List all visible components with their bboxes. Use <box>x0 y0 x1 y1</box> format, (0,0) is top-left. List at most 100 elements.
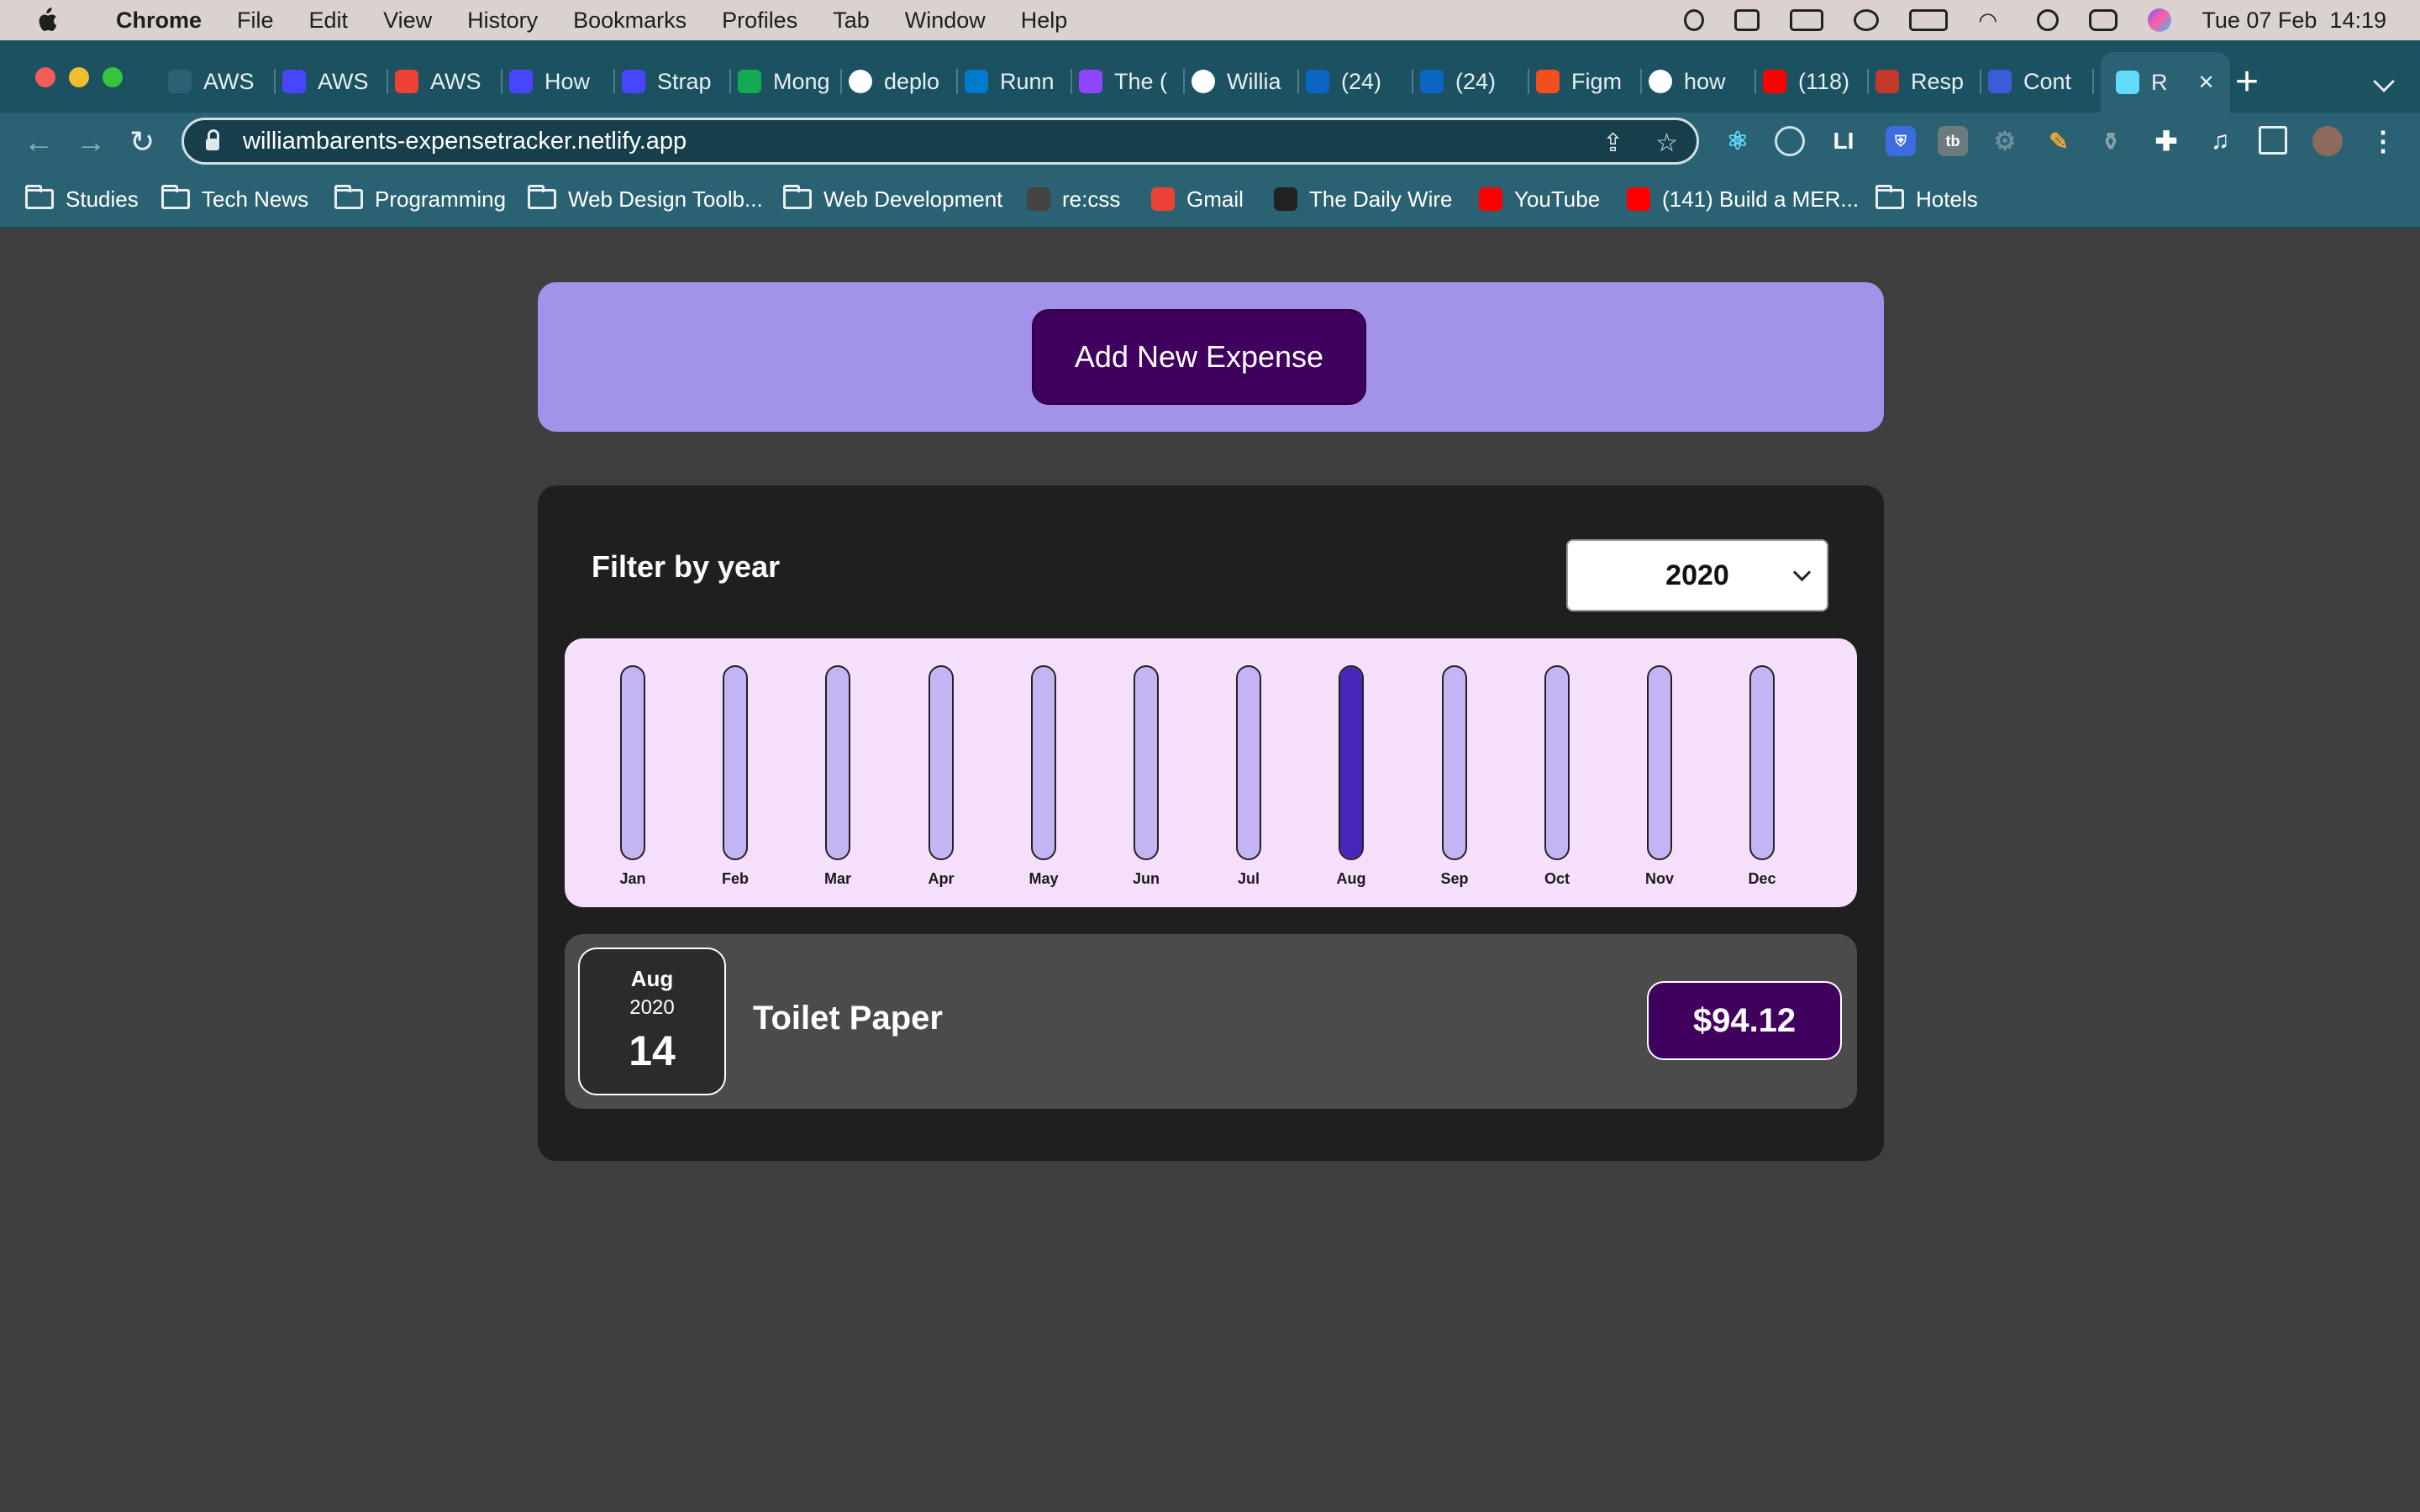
bookmark-item[interactable]: The Daily Wire <box>1274 180 1452 218</box>
chart-bar: Aug <box>1325 638 1376 907</box>
forward-button[interactable]: → <box>76 124 106 160</box>
extension-target-icon[interactable] <box>1775 126 1805 156</box>
bookmark-item[interactable]: Programming <box>334 180 506 218</box>
browser-tab[interactable]: AWS <box>282 55 388 108</box>
media-queue-icon[interactable]: ♫ <box>2205 126 2235 156</box>
bookmark-item[interactable]: Tech News <box>161 180 308 218</box>
chart-bar-track <box>1134 665 1159 860</box>
battery-icon[interactable] <box>1909 9 1949 31</box>
figma-status-icon[interactable] <box>1684 9 1705 31</box>
back-button[interactable]: ← <box>24 124 54 160</box>
bookmark-item[interactable]: Web Development <box>783 180 1002 218</box>
tab-separator <box>840 69 842 94</box>
browser-tab[interactable]: AWS <box>395 55 502 108</box>
bookmark-item[interactable]: Studies <box>25 180 139 218</box>
profile-avatar[interactable] <box>2312 126 2343 156</box>
browser-tab[interactable]: Willia <box>1192 55 1299 108</box>
extension-bottle-icon[interactable]: ⚱ <box>2096 126 2126 156</box>
browser-tab[interactable]: AWS <box>168 55 276 108</box>
browser-tab[interactable]: Runn <box>965 55 1072 108</box>
folder-icon <box>528 185 556 209</box>
share-icon[interactable]: ⇪ <box>1602 129 1623 158</box>
m-icon <box>1988 70 2012 93</box>
bookmark-item[interactable]: Hotels <box>1876 180 1978 218</box>
menu-window[interactable]: Window <box>905 8 986 34</box>
menu-edit[interactable]: Edit <box>309 8 349 34</box>
year-select-value[interactable]: 2020 <box>1665 559 1729 592</box>
menu-help[interactable]: Help <box>1021 8 1068 34</box>
chart-bar-label: Oct <box>1544 870 1570 887</box>
minimize-window-button[interactable] <box>69 67 89 87</box>
address-bar[interactable]: williambarents-expensetracker.netlify.ap… <box>182 118 1699 165</box>
browser-tab[interactable]: how <box>1649 55 1756 108</box>
bookmark-item[interactable]: re:css <box>1027 180 1120 218</box>
lock-icon[interactable] <box>206 129 219 150</box>
wifi-icon[interactable]: ◠ <box>1978 9 2007 31</box>
menu-file[interactable]: File <box>237 8 274 34</box>
github-icon <box>1192 70 1215 93</box>
chart-bar-label: Jun <box>1132 870 1160 887</box>
close-tab-icon[interactable]: ✕ <box>2198 71 2215 95</box>
browser-tab[interactable]: Resp <box>1876 55 1981 108</box>
new-expense-panel: Add New Expense <box>538 282 1884 432</box>
extension-li-icon[interactable]: LI <box>1828 126 1859 156</box>
google-icon <box>849 70 872 93</box>
bookmark-label: Web Design Toolb... <box>568 186 763 212</box>
spotlight-search-icon[interactable] <box>2037 9 2060 31</box>
extensions-puzzle-icon[interactable]: ✚ <box>2151 126 2181 156</box>
zoom-window-button[interactable] <box>103 67 123 87</box>
bookmark-item[interactable]: Gmail <box>1151 180 1244 218</box>
tab-search-chevron-icon[interactable] <box>2373 71 2395 92</box>
menu-view[interactable]: View <box>383 8 432 34</box>
browser-tab[interactable]: R ✕ <box>2101 52 2230 113</box>
play-icon[interactable] <box>1854 9 1880 31</box>
bookmark-item[interactable]: (141) Build a MER... <box>1627 180 1859 218</box>
control-center-icon[interactable] <box>2089 9 2118 31</box>
site-favicon-icon <box>1627 187 1650 211</box>
browser-tab[interactable]: How <box>509 55 615 108</box>
add-new-expense-button[interactable]: Add New Expense <box>1032 309 1366 405</box>
site-favicon-icon <box>1274 187 1297 211</box>
bookmark-label: Studies <box>66 186 139 212</box>
apple-icon[interactable] <box>34 6 59 34</box>
browser-tab[interactable]: Strap <box>622 55 731 108</box>
extension-gear-icon[interactable]: ⚙ <box>1990 126 2020 156</box>
chrome-menu-icon[interactable]: ⋮ <box>2368 126 2398 156</box>
menu-profiles[interactable]: Profiles <box>722 8 797 34</box>
chart-bar: May <box>1018 638 1068 907</box>
folder-icon <box>25 185 54 209</box>
react-devtools-icon[interactable]: ⚛ <box>1723 126 1753 156</box>
display-icon[interactable] <box>1734 9 1760 31</box>
menu-app-name[interactable]: Chrome <box>116 8 202 34</box>
extension-pen-icon[interactable]: ✎ <box>2044 126 2074 156</box>
menu-tab[interactable]: Tab <box>833 8 870 34</box>
menu-bookmarks[interactable]: Bookmarks <box>573 8 687 34</box>
extension-shield-icon[interactable]: ⛨ <box>1886 126 1916 156</box>
expense-date-day: 14 <box>629 1027 676 1074</box>
browser-tab[interactable]: Mong <box>738 55 842 108</box>
year-select[interactable]: 2020 <box>1566 539 1828 612</box>
browser-tab[interactable]: deplo <box>849 55 958 108</box>
siri-icon[interactable] <box>2148 8 2172 32</box>
address-url[interactable]: williambarents-expensetracker.netlify.ap… <box>243 128 687 155</box>
extension-tb-icon[interactable]: tb <box>1938 126 1968 156</box>
bookmark-item[interactable]: Web Design Toolb... <box>528 180 763 218</box>
menu-history[interactable]: History <box>467 8 538 34</box>
close-window-button[interactable] <box>35 67 55 87</box>
browser-tab[interactable]: (24) <box>1420 55 1529 108</box>
menu-clock[interactable]: Tue 07 Feb 14:19 <box>2202 8 2386 34</box>
memory-icon[interactable] <box>1790 9 1824 31</box>
reload-button[interactable]: ↻ <box>129 124 155 160</box>
chevron-down-icon[interactable] <box>1792 563 1812 582</box>
browser-tab[interactable]: (24) <box>1306 55 1413 108</box>
side-panel-icon[interactable] <box>2259 126 2287 155</box>
browser-tab[interactable]: The ( <box>1079 55 1185 108</box>
browser-tab[interactable]: Figm <box>1536 55 1642 108</box>
tab-label: Willia <box>1227 68 1281 94</box>
new-tab-button[interactable]: + <box>2235 62 2259 102</box>
bookmark-star-icon[interactable]: ☆ <box>1655 129 1678 158</box>
tab-label: deplo <box>884 68 940 94</box>
browser-tab[interactable]: Cont <box>1988 55 2094 108</box>
browser-tab[interactable]: (118) <box>1763 55 1869 108</box>
bookmark-item[interactable]: YouTube <box>1479 180 1600 218</box>
